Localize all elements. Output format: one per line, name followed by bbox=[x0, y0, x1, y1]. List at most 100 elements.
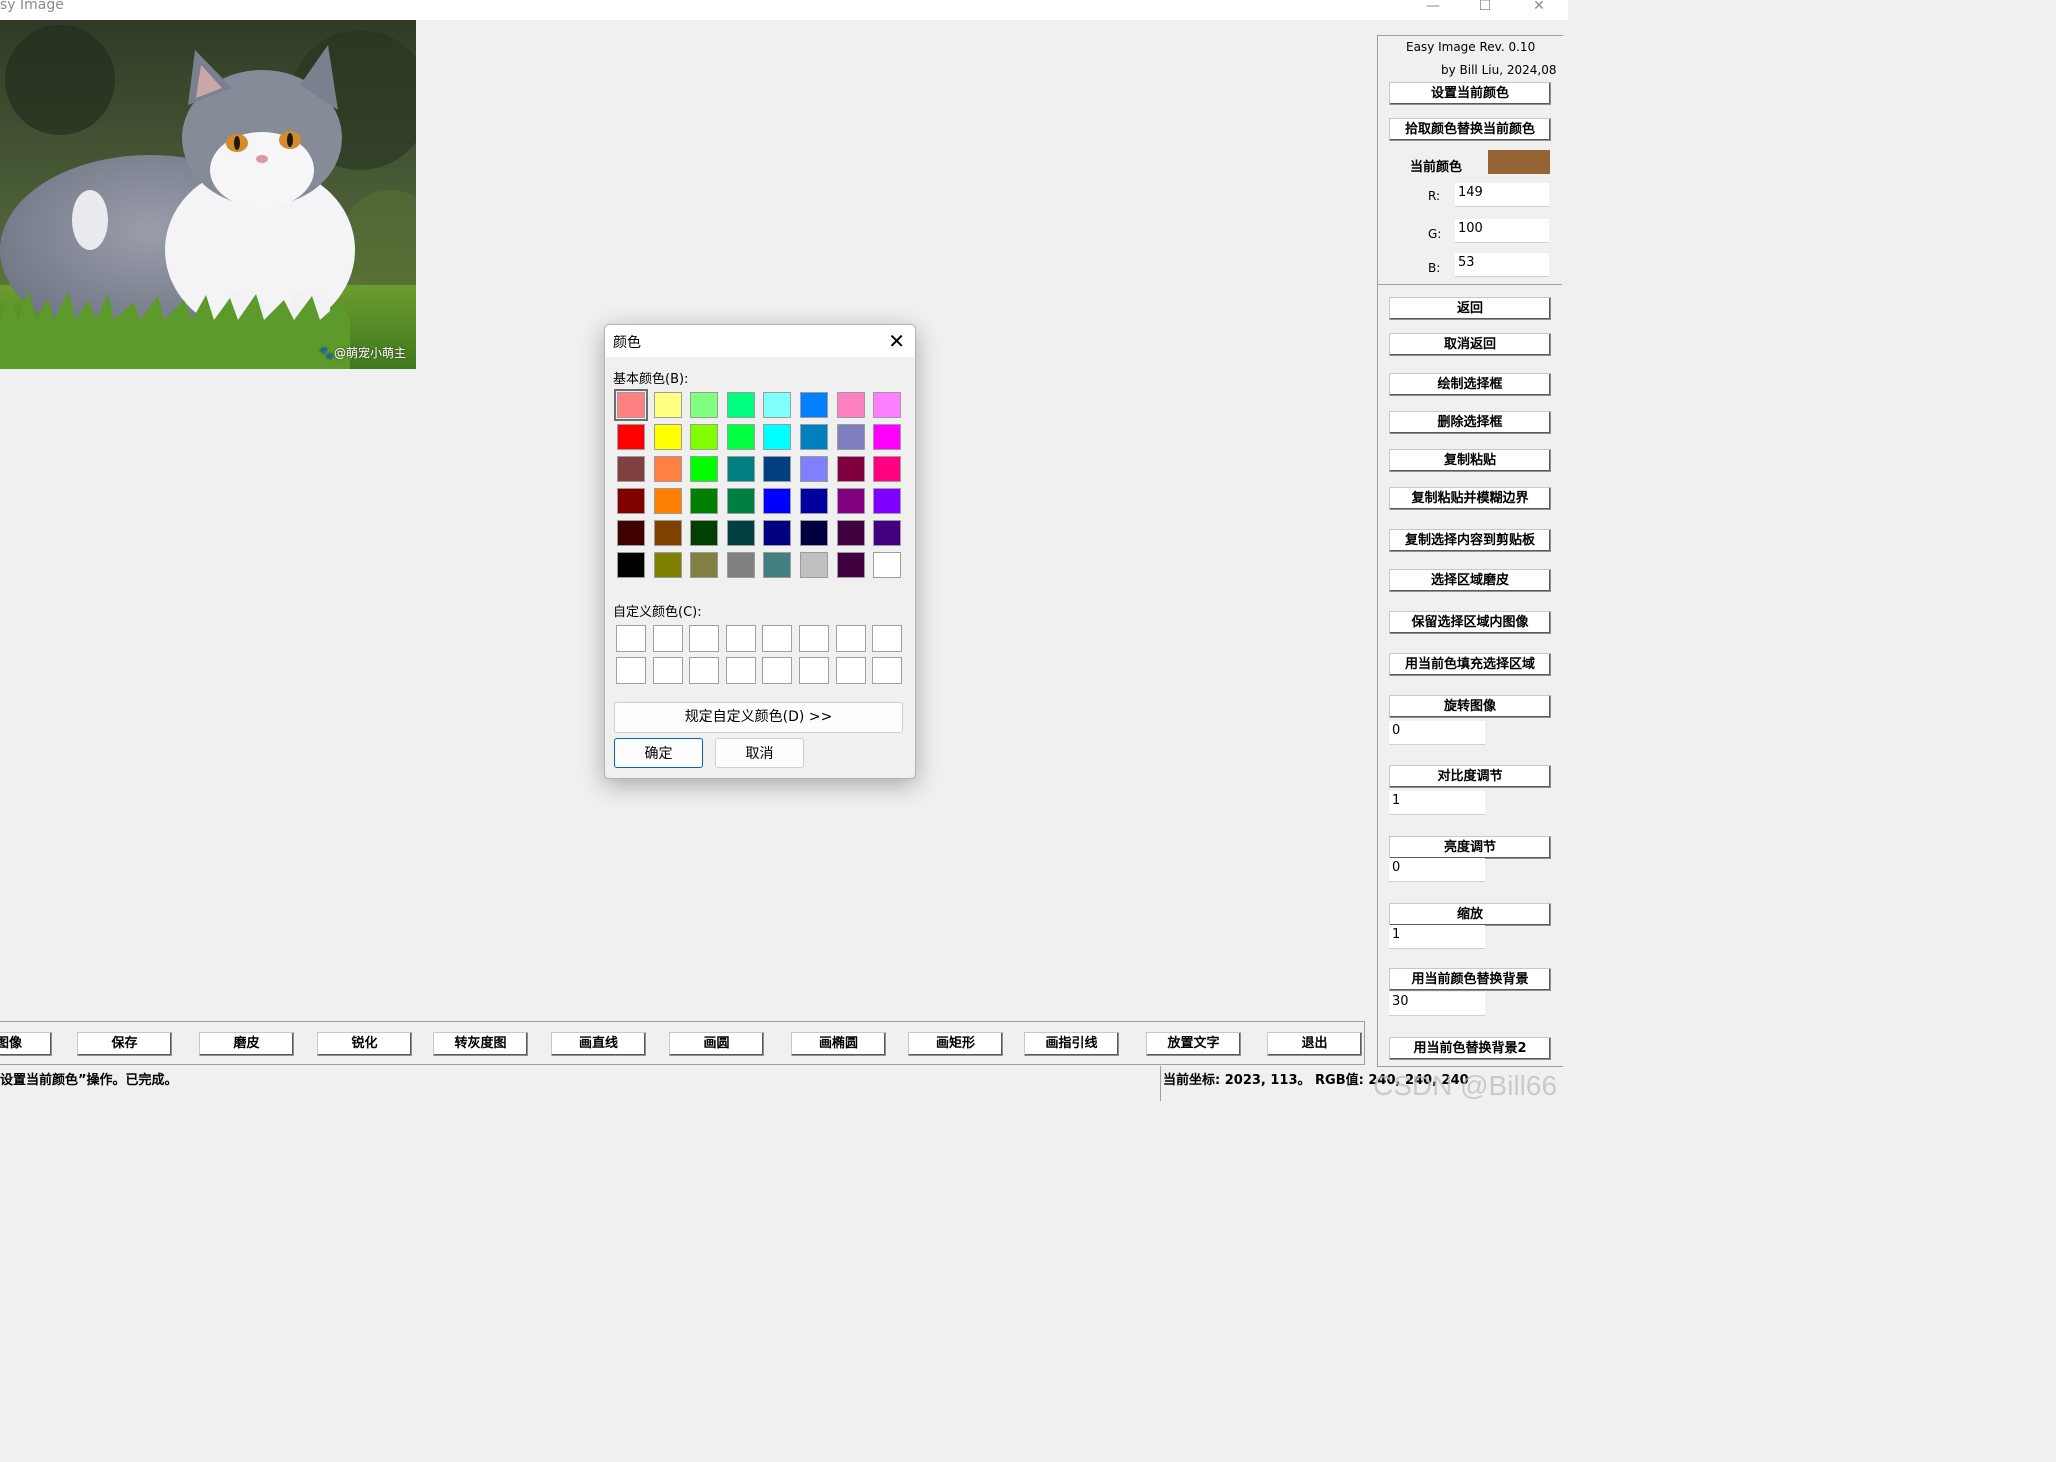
draw-rectangle-button[interactable]: 画矩形 bbox=[908, 1032, 1003, 1056]
dialog-close-icon[interactable]: ✕ bbox=[888, 329, 905, 353]
exit-button[interactable]: 退出 bbox=[1267, 1032, 1362, 1056]
basic-color-swatch[interactable] bbox=[873, 392, 902, 418]
basic-color-swatch[interactable] bbox=[873, 456, 902, 482]
custom-color-swatch[interactable] bbox=[762, 657, 793, 684]
open-image-button[interactable]: 打开图像 bbox=[0, 1032, 52, 1056]
selection-smooth-button[interactable]: 选择区域磨皮 bbox=[1389, 569, 1551, 592]
basic-color-swatch[interactable] bbox=[836, 552, 865, 578]
basic-color-swatch[interactable] bbox=[763, 392, 792, 418]
custom-color-swatch[interactable] bbox=[689, 625, 720, 652]
basic-color-swatch[interactable] bbox=[690, 520, 719, 546]
basic-color-swatch[interactable] bbox=[690, 392, 719, 418]
r-input[interactable]: 149 bbox=[1455, 183, 1549, 207]
basic-color-swatch[interactable] bbox=[873, 424, 902, 450]
basic-color-swatch[interactable] bbox=[617, 424, 645, 450]
basic-color-swatch[interactable] bbox=[726, 520, 755, 546]
set-current-color-button[interactable]: 设置当前颜色 bbox=[1389, 82, 1551, 105]
zoom-button[interactable]: 缩放 bbox=[1389, 903, 1551, 926]
pick-replace-color-button[interactable]: 拾取颜色替换当前颜色 bbox=[1389, 118, 1551, 141]
copy-paste-blur-button[interactable]: 复制粘贴并模糊边界 bbox=[1389, 487, 1551, 510]
custom-color-swatch[interactable] bbox=[835, 625, 866, 652]
grayscale-button[interactable]: 转灰度图 bbox=[433, 1032, 528, 1056]
custom-color-swatch[interactable] bbox=[799, 657, 829, 684]
ok-button[interactable]: 确定 bbox=[614, 738, 703, 768]
basic-color-swatch[interactable] bbox=[763, 552, 792, 578]
sharpen-button[interactable]: 锐化 bbox=[317, 1032, 412, 1056]
basic-color-swatch[interactable] bbox=[617, 456, 645, 482]
basic-color-swatch[interactable] bbox=[873, 488, 902, 514]
smooth-button[interactable]: 磨皮 bbox=[199, 1032, 294, 1056]
g-input[interactable]: 100 bbox=[1455, 219, 1549, 243]
brightness-button[interactable]: 亮度调节 bbox=[1389, 836, 1551, 859]
basic-color-swatch[interactable] bbox=[836, 488, 865, 514]
undo-button[interactable]: 返回 bbox=[1389, 297, 1551, 320]
basic-color-swatch[interactable] bbox=[726, 488, 755, 514]
basic-color-swatch[interactable] bbox=[763, 456, 792, 482]
basic-color-swatch[interactable] bbox=[617, 488, 645, 514]
minimize-icon[interactable]: — bbox=[1418, 0, 1448, 14]
basic-color-swatch[interactable] bbox=[836, 424, 865, 450]
replace-bg-button[interactable]: 用当前颜色替换背景 bbox=[1389, 968, 1551, 991]
zoom-input[interactable]: 1 bbox=[1389, 925, 1485, 949]
define-custom-colors-button[interactable]: 规定自定义颜色(D) >> bbox=[614, 702, 903, 733]
fill-selection-button[interactable]: 用当前色填充选择区域 bbox=[1389, 653, 1551, 676]
basic-color-swatch[interactable] bbox=[726, 552, 755, 578]
custom-color-swatch[interactable] bbox=[872, 625, 903, 652]
basic-color-swatch[interactable] bbox=[690, 424, 719, 450]
custom-color-swatch[interactable] bbox=[616, 657, 646, 684]
custom-color-swatch[interactable] bbox=[652, 625, 683, 652]
basic-color-swatch[interactable] bbox=[617, 552, 645, 578]
basic-color-swatch[interactable] bbox=[873, 520, 902, 546]
basic-color-swatch[interactable] bbox=[653, 392, 682, 418]
basic-color-swatch[interactable] bbox=[763, 520, 792, 546]
basic-color-swatch[interactable] bbox=[836, 456, 865, 482]
image-canvas[interactable]: 🐾@萌宠小萌主 bbox=[0, 20, 416, 369]
custom-color-swatch[interactable] bbox=[652, 657, 683, 684]
basic-color-swatch[interactable] bbox=[836, 392, 865, 418]
copy-to-clipboard-button[interactable]: 复制选择内容到剪贴板 bbox=[1389, 529, 1551, 552]
draw-ellipse-button[interactable]: 画椭圆 bbox=[791, 1032, 886, 1056]
basic-color-swatch[interactable] bbox=[726, 392, 755, 418]
basic-color-swatch[interactable] bbox=[800, 392, 828, 418]
replace-bg2-button[interactable]: 用当前色替换背景2 bbox=[1389, 1037, 1551, 1060]
rotate-button[interactable]: 旋转图像 bbox=[1389, 695, 1551, 718]
basic-color-swatch[interactable] bbox=[800, 456, 828, 482]
contrast-input[interactable]: 1 bbox=[1389, 791, 1485, 815]
basic-color-swatch[interactable] bbox=[763, 424, 792, 450]
basic-color-swatch[interactable] bbox=[617, 520, 645, 546]
rotate-input[interactable]: 0 bbox=[1389, 721, 1485, 745]
replace-bg-input[interactable]: 30 bbox=[1389, 992, 1485, 1016]
maximize-icon[interactable]: ☐ bbox=[1470, 0, 1500, 14]
custom-color-swatch[interactable] bbox=[835, 657, 866, 684]
draw-line-button[interactable]: 画直线 bbox=[551, 1032, 646, 1056]
copy-paste-button[interactable]: 复制粘贴 bbox=[1389, 449, 1551, 472]
draw-circle-button[interactable]: 画圆 bbox=[669, 1032, 764, 1056]
cancel-button[interactable]: 取消 bbox=[715, 738, 804, 768]
basic-color-swatch[interactable] bbox=[800, 552, 828, 578]
basic-color-swatch[interactable] bbox=[726, 424, 755, 450]
basic-color-swatch[interactable] bbox=[653, 488, 682, 514]
custom-color-swatch[interactable] bbox=[762, 625, 793, 652]
place-text-button[interactable]: 放置文字 bbox=[1146, 1032, 1241, 1056]
save-button[interactable]: 保存 bbox=[77, 1032, 172, 1056]
brightness-input[interactable]: 0 bbox=[1389, 858, 1485, 882]
contrast-button[interactable]: 对比度调节 bbox=[1389, 765, 1551, 788]
draw-selection-button[interactable]: 绘制选择框 bbox=[1389, 373, 1551, 396]
basic-color-swatch[interactable] bbox=[653, 456, 682, 482]
basic-color-swatch[interactable] bbox=[800, 424, 828, 450]
basic-color-swatch[interactable] bbox=[836, 520, 865, 546]
basic-color-swatch[interactable] bbox=[873, 552, 902, 578]
basic-color-swatch[interactable] bbox=[690, 488, 719, 514]
close-icon[interactable]: ✕ bbox=[1524, 0, 1554, 14]
custom-color-swatch[interactable] bbox=[799, 625, 829, 652]
basic-color-swatch[interactable] bbox=[800, 488, 828, 514]
draw-guideline-button[interactable]: 画指引线 bbox=[1024, 1032, 1119, 1056]
basic-color-swatch[interactable] bbox=[653, 520, 682, 546]
custom-color-swatch[interactable] bbox=[872, 657, 903, 684]
basic-color-swatch[interactable] bbox=[690, 552, 719, 578]
custom-color-swatch[interactable] bbox=[689, 657, 720, 684]
custom-color-swatch[interactable] bbox=[725, 625, 756, 652]
basic-color-swatch[interactable] bbox=[614, 389, 648, 421]
basic-color-swatch[interactable] bbox=[800, 520, 828, 546]
basic-color-swatch[interactable] bbox=[653, 552, 682, 578]
